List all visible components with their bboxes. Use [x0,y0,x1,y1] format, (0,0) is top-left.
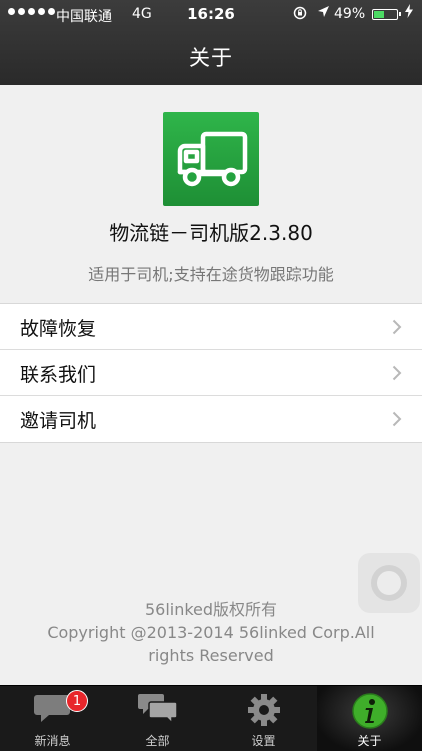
chevron-right-icon [392,411,402,431]
top-bar: 中国联通 4G 16:26 49% 关于 [0,0,422,85]
app-name: 物流链－司机版2.3.80 [109,221,313,245]
menu-item-fault-recovery[interactable]: 故障恢复 [0,304,422,350]
app-description: 适用于司机;支持在途货物跟踪功能 [88,265,334,284]
menu-item-invite-driver[interactable]: 邀请司机 [0,396,422,442]
tab-label: 全部 [145,734,170,748]
truck-icon [163,112,259,206]
double-chat-icon [137,694,178,725]
gear-icon [247,694,280,726]
location-arrow-icon [317,5,330,22]
tab-about[interactable]: 关于 [317,686,422,751]
tab-all[interactable]: 全部 [105,686,210,751]
menu-item-label: 联系我们 [20,364,97,386]
orientation-lock-icon [293,6,307,24]
chevron-right-icon [392,365,402,385]
tab-label: 关于 [357,734,382,748]
tab-label: 新消息 [34,734,71,748]
page-title: 关于 [189,46,233,70]
unread-badge: 1 [66,690,88,712]
status-bar: 中国联通 4G 16:26 49% [0,0,422,30]
settings-menu: 故障恢复 联系我们 邀请司机 [0,303,422,443]
copyright-line-2: Copyright @2013-2014 56linked Corp.All [47,623,375,642]
menu-item-contact-us[interactable]: 联系我们 [0,350,422,396]
info-icon [351,693,388,729]
battery-percent: 49% [334,6,366,22]
tab-new-messages[interactable]: 1 新消息 [0,686,105,751]
menu-item-label: 邀请司机 [20,410,97,432]
copyright-footer: 56linked版权所有 Copyright @2013-2014 56link… [0,598,422,667]
chevron-right-icon [392,319,402,339]
battery-icon [372,9,401,20]
copyright-line-1: 56linked版权所有 [144,600,278,619]
tab-bar: 1 新消息 全部 设置 关于 [0,685,422,751]
charging-bolt-icon [405,4,413,22]
tab-label: 设置 [251,734,276,748]
tab-settings[interactable]: 设置 [211,686,316,751]
assistive-dot [377,571,401,595]
copyright-line-3: rights Reserved [148,646,274,665]
menu-item-label: 故障恢复 [20,318,97,340]
